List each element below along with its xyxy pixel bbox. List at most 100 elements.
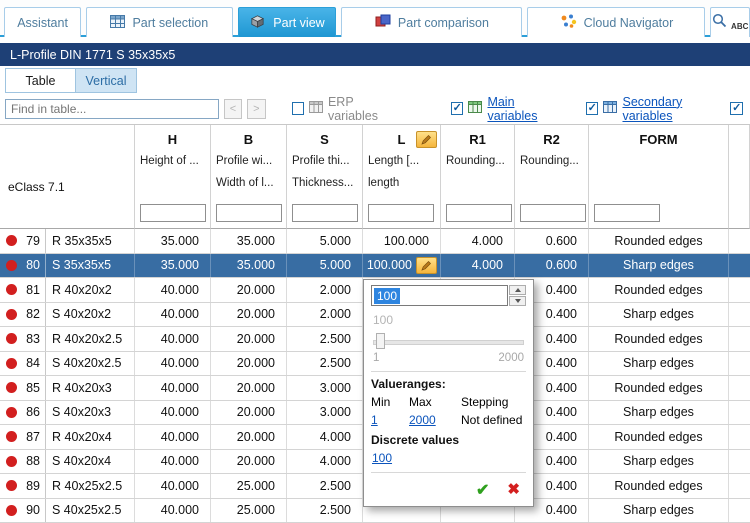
cell-S: 2.500 xyxy=(287,499,363,523)
value-slider[interactable] xyxy=(373,333,524,349)
filter-input-B[interactable] xyxy=(216,204,282,222)
cell-value: 40.000 xyxy=(161,381,199,395)
tab-vertical-view-label: Vertical xyxy=(86,74,127,88)
filter-input-S[interactable] xyxy=(292,204,358,222)
tab-text-search[interactable]: ABC xyxy=(710,7,750,37)
edit-value-icon[interactable] xyxy=(416,257,437,274)
valueranges-title: Valueranges: xyxy=(371,377,526,391)
cancel-button[interactable]: ✖ xyxy=(507,480,520,500)
column-desc1-B: Profile wi... xyxy=(211,153,287,175)
erp-variables-checkbox[interactable] xyxy=(292,102,304,115)
slider-min-label: 1 xyxy=(373,352,379,364)
cube-icon xyxy=(249,13,266,33)
cell-extra xyxy=(729,376,750,400)
row-separator xyxy=(45,278,46,302)
row-number: 84 xyxy=(17,356,45,370)
filter-input-R2[interactable] xyxy=(520,204,586,222)
cell-H: 35.000 xyxy=(135,254,211,278)
edit-column-icon[interactable] xyxy=(416,131,437,148)
discrete-value-link[interactable]: 100 xyxy=(372,451,392,465)
cell-extra xyxy=(729,401,750,425)
cell-value: 40.000 xyxy=(161,307,199,321)
cell-designation: 81R 40x20x2 xyxy=(0,278,135,302)
filter-input-H[interactable] xyxy=(140,204,206,222)
find-in-table-input[interactable] xyxy=(5,99,219,119)
cell-H: 40.000 xyxy=(135,425,211,449)
cell-value: 20.000 xyxy=(237,307,275,321)
secondary-variables-label[interactable]: Secondary variables xyxy=(622,95,730,123)
max-value-link[interactable]: 2000 xyxy=(409,413,461,427)
filter-input-R1[interactable] xyxy=(446,204,512,222)
tab-part-selection[interactable]: Part selection xyxy=(86,7,232,37)
find-previous-button[interactable]: < xyxy=(224,99,242,119)
row-number: 85 xyxy=(17,381,45,395)
filter-cell-name xyxy=(0,197,135,229)
tab-cloud-navigator[interactable]: Cloud Navigator xyxy=(527,7,705,37)
divider xyxy=(371,371,526,372)
cell-value: 20.000 xyxy=(237,283,275,297)
cell-H: 40.000 xyxy=(135,352,211,376)
part-view-window: Assistant Part selection Part view Part … xyxy=(0,0,750,517)
cell-value: 0.400 xyxy=(546,430,577,444)
row-number: 79 xyxy=(17,234,45,248)
filter-cell-R1 xyxy=(441,197,515,229)
table-row[interactable]: 80S 35x35x535.00035.0005.000100.0004.000… xyxy=(0,254,750,279)
status-dot xyxy=(6,505,17,516)
tab-vertical-view[interactable]: Vertical xyxy=(76,68,137,93)
cell-value: 0.600 xyxy=(546,258,577,272)
spin-up-button[interactable] xyxy=(509,285,526,295)
eclass-label: eClass 7.1 xyxy=(8,180,65,194)
filter-cell-extra xyxy=(729,197,750,229)
extra-variables-checkbox[interactable] xyxy=(730,102,743,115)
cell-B: 20.000 xyxy=(211,425,287,449)
status-dot xyxy=(6,284,17,295)
min-value-link[interactable]: 1 xyxy=(371,413,409,427)
cell-designation: 86S 40x20x3 xyxy=(0,401,135,425)
tab-assistant-label: Assistant xyxy=(17,16,68,30)
main-variables-label[interactable]: Main variables xyxy=(487,95,564,123)
cell-value: 5.000 xyxy=(320,258,351,272)
status-dot xyxy=(6,456,17,467)
column-header-R1[interactable]: R1 xyxy=(441,125,515,153)
popup-buttons: ✔ ✖ xyxy=(371,478,526,500)
column-header-R2[interactable]: R2 xyxy=(515,125,589,153)
row-name: R 40x25x2.5 xyxy=(52,479,122,493)
cell-B: 20.000 xyxy=(211,327,287,351)
tab-part-view[interactable]: Part view xyxy=(238,7,337,37)
tab-assistant[interactable]: Assistant xyxy=(4,7,81,37)
tab-table-view[interactable]: Table xyxy=(5,68,76,93)
discrete-values-title: Discrete values xyxy=(371,433,526,447)
column-header-S[interactable]: S xyxy=(287,125,363,153)
filter-input-L[interactable] xyxy=(368,204,434,222)
cell-extra xyxy=(729,352,750,376)
column-header-H[interactable]: H xyxy=(135,125,211,153)
cell-FORM: Rounded edges xyxy=(589,425,729,449)
cell-value: 0.600 xyxy=(546,234,577,248)
find-next-button[interactable]: > xyxy=(247,99,265,119)
tab-part-comparison[interactable]: Part comparison xyxy=(341,7,522,37)
cell-value: 40.000 xyxy=(161,503,199,517)
cell-value: 35.000 xyxy=(161,258,199,272)
status-dot xyxy=(6,407,17,418)
cell-designation: 83R 40x20x2.5 xyxy=(0,327,135,351)
column-header-FORM[interactable]: FORM xyxy=(589,125,729,153)
column-header-L[interactable]: L xyxy=(363,125,441,153)
stepping-column-header: Stepping xyxy=(461,395,526,409)
main-variables-checkbox[interactable] xyxy=(451,102,463,115)
value-input[interactable]: 100 xyxy=(371,285,508,306)
table-row[interactable]: 79R 35x35x535.00035.0005.000100.0004.000… xyxy=(0,229,750,254)
cell-value: 0.400 xyxy=(546,405,577,419)
cell-R2: 0.600 xyxy=(515,254,589,278)
filter-input-FORM[interactable] xyxy=(594,204,660,222)
cell-S: 4.000 xyxy=(287,450,363,474)
spin-down-button[interactable] xyxy=(509,296,526,306)
secondary-variables-checkbox[interactable] xyxy=(586,102,598,115)
cell-value: 3.000 xyxy=(320,405,351,419)
cell-value: 2.500 xyxy=(320,479,351,493)
cell-value: 35.000 xyxy=(237,234,275,248)
slider-handle[interactable] xyxy=(376,333,385,349)
column-header-B[interactable]: B xyxy=(211,125,287,153)
cell-value: 2.000 xyxy=(320,307,351,321)
accept-button[interactable]: ✔ xyxy=(476,480,489,500)
cell-FORM: Sharp edges xyxy=(589,450,729,474)
